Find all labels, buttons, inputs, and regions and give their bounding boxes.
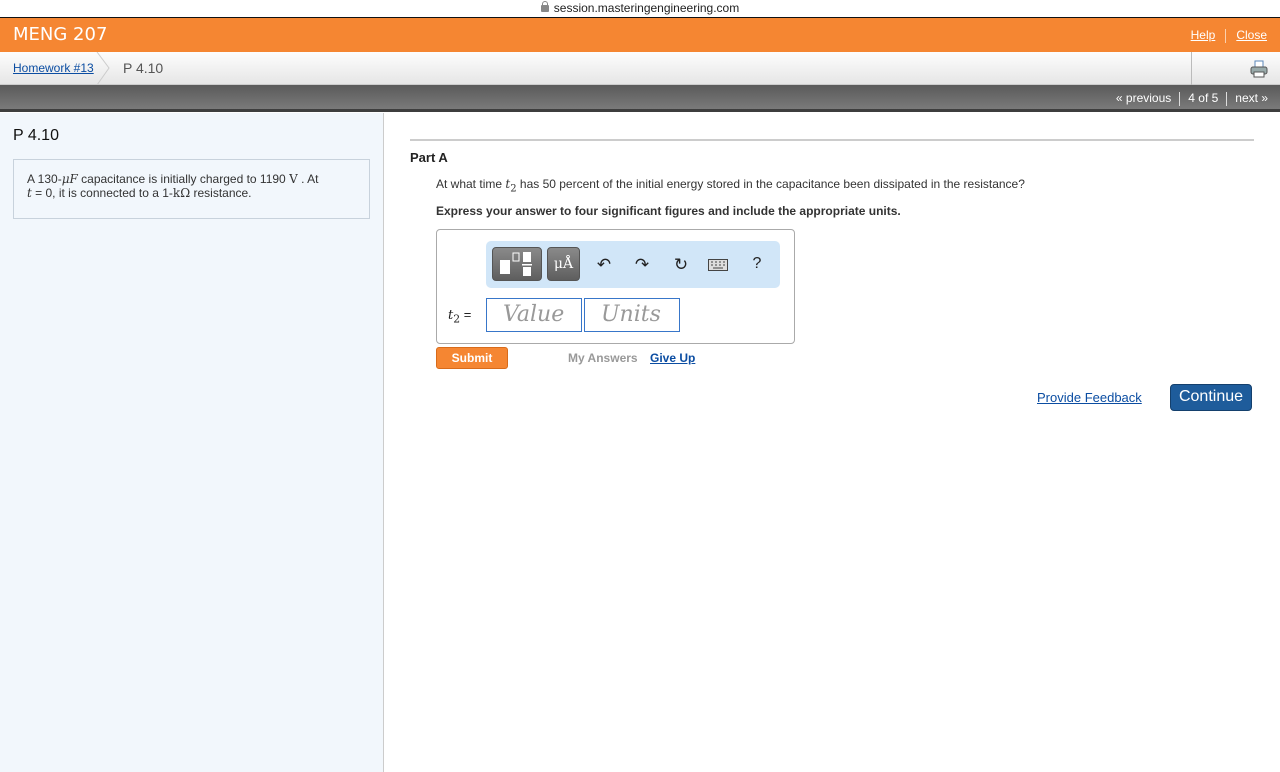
continue-button[interactable]: Continue xyxy=(1170,384,1252,411)
problem-navigation: « previous 4 of 5 next » xyxy=(0,85,1280,112)
unit-kiloohm: kΩ xyxy=(172,186,191,200)
problem-text: capacitance is initially charged to 1190 xyxy=(77,172,290,186)
fraction-template-icon xyxy=(500,252,532,276)
units-button[interactable]: μÅ xyxy=(547,247,580,281)
problem-statement: A 130-μF capacitance is initially charge… xyxy=(13,159,370,219)
question-text-end: has 50 percent of the initial energy sto… xyxy=(516,177,1025,191)
keyboard-icon[interactable] xyxy=(708,259,728,271)
unit-microfarad: μF xyxy=(61,172,78,186)
divider xyxy=(1191,52,1192,85)
problem-text: . At xyxy=(297,172,319,186)
url-text: session.masteringengineering.com xyxy=(553,1,740,15)
reset-icon[interactable]: ↻ xyxy=(669,255,693,275)
help-button[interactable]: ? xyxy=(745,255,769,273)
question-text: At what time t2 has 50 percent of the in… xyxy=(436,177,1025,194)
course-title: MENG 207 xyxy=(13,24,108,45)
breadcrumb-homework-link[interactable]: Homework #13 xyxy=(13,61,94,75)
question-text-start: At what time xyxy=(436,177,506,191)
problem-text: = 0, it is connected to a 1- xyxy=(31,186,173,200)
problem-title: P 4.10 xyxy=(13,127,59,144)
submit-button[interactable]: Submit xyxy=(436,347,508,369)
browser-url-bar[interactable]: session.masteringengineering.com xyxy=(0,0,1280,18)
divider xyxy=(1226,91,1228,106)
help-link[interactable]: Help xyxy=(1191,28,1216,42)
lock-icon xyxy=(540,1,549,12)
close-link[interactable]: Close xyxy=(1236,28,1267,42)
breadcrumb-current: P 4.10 xyxy=(123,60,164,76)
give-up-link[interactable]: Give Up xyxy=(650,351,695,365)
units-input[interactable]: Units xyxy=(584,298,680,332)
templates-button[interactable] xyxy=(492,247,542,281)
redo-icon[interactable]: ↷ xyxy=(630,255,654,275)
breadcrumb: Homework #13 P 4.10 xyxy=(0,52,1280,85)
part-a-panel: Part A At what time t2 has 50 percent of… xyxy=(410,139,1254,411)
undo-icon[interactable]: ↶ xyxy=(592,255,616,275)
answer-label: t2 = xyxy=(448,307,471,326)
answer-instructions: Express your answer to four significant … xyxy=(436,204,901,218)
problem-panel: P 4.10 A 130-μF capacitance is initially… xyxy=(0,113,384,772)
unit-volt: V xyxy=(289,172,298,186)
problem-text: A 130- xyxy=(27,172,62,186)
breadcrumb-chevron-icon xyxy=(96,52,110,85)
divider xyxy=(1179,91,1181,106)
previous-link[interactable]: « previous xyxy=(1116,91,1171,105)
equals-sign: = xyxy=(460,307,472,322)
value-input[interactable]: Value xyxy=(486,298,582,332)
position-indicator: 4 of 5 xyxy=(1188,91,1219,105)
next-link[interactable]: next » xyxy=(1235,91,1268,105)
part-label: Part A xyxy=(410,150,448,165)
provide-feedback-link[interactable]: Provide Feedback xyxy=(1037,390,1142,405)
problem-text: resistance. xyxy=(190,186,252,200)
math-toolbar: μÅ ↶ ↷ ↻ ? xyxy=(486,241,780,288)
divider xyxy=(1225,28,1227,43)
answer-box: μÅ ↶ ↷ ↻ ? t2 = Value Units xyxy=(436,229,795,344)
my-answers-link[interactable]: My Answers xyxy=(568,351,638,365)
print-icon[interactable] xyxy=(1250,60,1268,78)
course-header: MENG 207 Help Close xyxy=(0,18,1280,52)
